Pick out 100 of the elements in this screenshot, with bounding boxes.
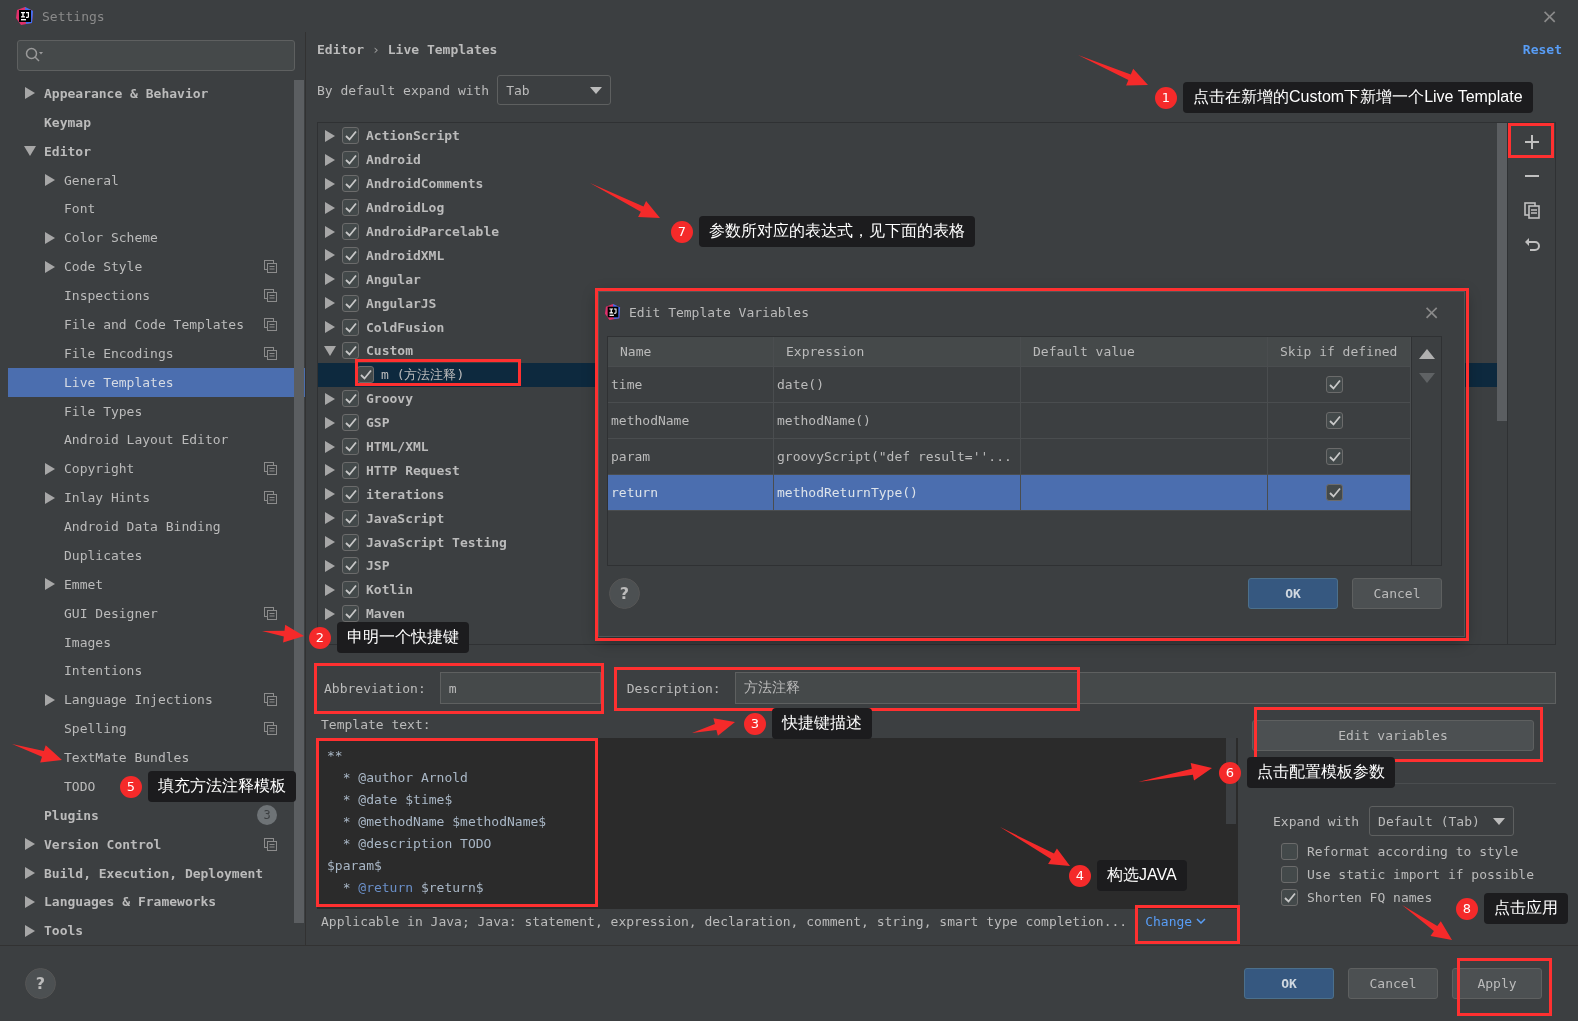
sidebar-item[interactable]: Color Scheme [8, 223, 176, 253]
variable-row[interactable]: return methodReturnType() [608, 475, 1411, 511]
sidebar-item[interactable]: Inspections [8, 281, 295, 310]
collapsed-arrow-icon[interactable] [44, 231, 56, 244]
template-row[interactable]: HTML/XML [318, 434, 435, 459]
sidebar-item[interactable]: Language Injections [8, 685, 295, 715]
sidebar-item[interactable]: Images [8, 627, 129, 657]
template-row[interactable]: Kotlin [318, 577, 419, 602]
sidebar-item[interactable]: Keymap [8, 107, 109, 137]
checkbox[interactable] [342, 199, 359, 217]
sidebar-item[interactable]: Android Data Binding [8, 512, 239, 541]
collapsed-arrow-icon[interactable] [24, 924, 36, 937]
checkbox[interactable] [342, 246, 359, 264]
checkbox[interactable] [342, 223, 359, 240]
collapsed-arrow-icon[interactable] [324, 273, 336, 286]
collapsed-arrow-icon[interactable] [24, 867, 36, 880]
collapsed-arrow-icon[interactable] [324, 464, 336, 477]
template-row[interactable]: JavaScript Testing [318, 530, 513, 555]
collapsed-arrow-icon[interactable] [324, 536, 336, 549]
abbreviation-field[interactable]: m [439, 672, 601, 704]
collapsed-arrow-icon[interactable] [324, 321, 336, 334]
template-row[interactable]: ColdFusion [318, 315, 451, 339]
sidebar-item[interactable]: TODO [8, 772, 114, 801]
collapsed-arrow-icon[interactable] [324, 440, 336, 453]
ok-button[interactable]: OK [1244, 968, 1334, 999]
sidebar-item[interactable]: Code Style [8, 252, 295, 282]
collapsed-arrow-icon[interactable] [324, 559, 336, 572]
checkbox[interactable] [1326, 376, 1343, 393]
sidebar-item[interactable]: Build, Execution, Deployment [8, 858, 282, 888]
checkbox[interactable] [342, 485, 359, 503]
collapsed-arrow-icon[interactable] [324, 177, 336, 190]
checkbox[interactable] [342, 175, 359, 193]
checkbox[interactable] [342, 151, 359, 169]
dialog-button[interactable]: Cancel [1348, 968, 1438, 999]
checkbox[interactable] [342, 390, 359, 408]
collapsed-arrow-icon[interactable] [324, 249, 336, 262]
expand-dropdown[interactable]: Tab [497, 75, 612, 105]
template-row[interactable]: Android [318, 147, 427, 172]
sidebar-item[interactable]: File Types [8, 396, 161, 426]
checkbox[interactable] [342, 438, 359, 455]
breadcrumb-item[interactable]: Editor [317, 41, 364, 57]
reset-link[interactable]: Reset [1522, 41, 1562, 57]
sidebar-item[interactable]: General [8, 165, 137, 195]
description-field[interactable]: 方法注释 [734, 672, 1556, 704]
sidebar-item[interactable]: Intentions [8, 656, 161, 686]
sidebar-item[interactable]: Duplicates [8, 541, 161, 570]
template-row[interactable]: AndroidComments [318, 171, 490, 196]
collapsed-arrow-icon[interactable] [44, 174, 56, 187]
collapsed-arrow-icon[interactable] [324, 201, 336, 214]
collapsed-arrow-icon[interactable] [324, 416, 336, 429]
template-row[interactable]: Custom [318, 339, 419, 363]
collapsed-arrow-icon[interactable] [324, 583, 336, 596]
checkbox[interactable] [1281, 866, 1298, 883]
sidebar-item[interactable]: File Encodings [8, 338, 295, 368]
template-row[interactable]: JSP [318, 554, 396, 578]
template-row[interactable]: JavaScript [318, 506, 451, 531]
checkbox[interactable] [342, 557, 359, 575]
sidebar-item[interactable]: Live Templates [8, 367, 305, 397]
ok-button[interactable]: OK [1248, 578, 1338, 609]
sidebar-item[interactable]: Version Control [8, 829, 295, 859]
collapsed-arrow-icon[interactable] [24, 838, 36, 851]
template-row[interactable]: AndroidLog [318, 195, 451, 220]
sidebar-item[interactable]: Appearance & Behavior [8, 79, 227, 108]
sidebar-item[interactable]: Spelling [8, 714, 295, 744]
checkbox[interactable] [342, 318, 359, 336]
variable-row[interactable]: time date() [608, 367, 1411, 403]
checkbox[interactable] [342, 581, 359, 599]
template-row[interactable]: AngularJS [318, 291, 443, 316]
template-row[interactable]: GSP [318, 410, 396, 435]
sidebar-item[interactable]: GUI Designer [8, 598, 295, 628]
checkbox[interactable] [342, 127, 359, 145]
template-row[interactable]: Groovy [318, 386, 419, 411]
collapsed-arrow-icon[interactable] [324, 153, 336, 166]
close-button[interactable]: × [1415, 302, 1448, 322]
template-row[interactable]: AndroidXML [318, 243, 451, 268]
close-button[interactable]: × [1533, 6, 1566, 26]
sidebar-item[interactable]: Inlay Hints [8, 483, 295, 513]
checkbox[interactable] [342, 270, 359, 288]
edit-variables-button[interactable]: Edit variables [1252, 720, 1534, 751]
collapsed-arrow-icon[interactable] [324, 225, 336, 238]
sidebar-item[interactable]: Languages & Frameworks [8, 887, 235, 917]
search-field[interactable] [17, 40, 295, 71]
checkbox[interactable] [1326, 484, 1343, 501]
variable-row[interactable]: methodName methodName() [608, 403, 1411, 439]
collapsed-arrow-icon[interactable] [44, 491, 56, 504]
sidebar-item[interactable]: Editor [8, 136, 109, 166]
checkbox[interactable] [1281, 889, 1298, 906]
collapsed-arrow-icon[interactable] [324, 129, 336, 142]
sidebar-item[interactable]: File and Code Templates [8, 310, 295, 339]
checkbox[interactable] [1281, 843, 1298, 860]
checkbox[interactable] [342, 294, 359, 312]
sidebar-item[interactable]: Emmet [8, 569, 122, 599]
template-row[interactable]: ActionScript [318, 124, 466, 148]
help-button[interactable]: ? [609, 578, 640, 609]
expanded-arrow-icon[interactable] [24, 145, 36, 158]
change-link[interactable]: Change [1145, 913, 1207, 929]
template-row[interactable]: AndroidParcelable [318, 219, 506, 244]
collapsed-arrow-icon[interactable] [44, 260, 56, 273]
collapsed-arrow-icon[interactable] [324, 607, 336, 620]
template-row[interactable]: HTTP Request [318, 458, 466, 483]
